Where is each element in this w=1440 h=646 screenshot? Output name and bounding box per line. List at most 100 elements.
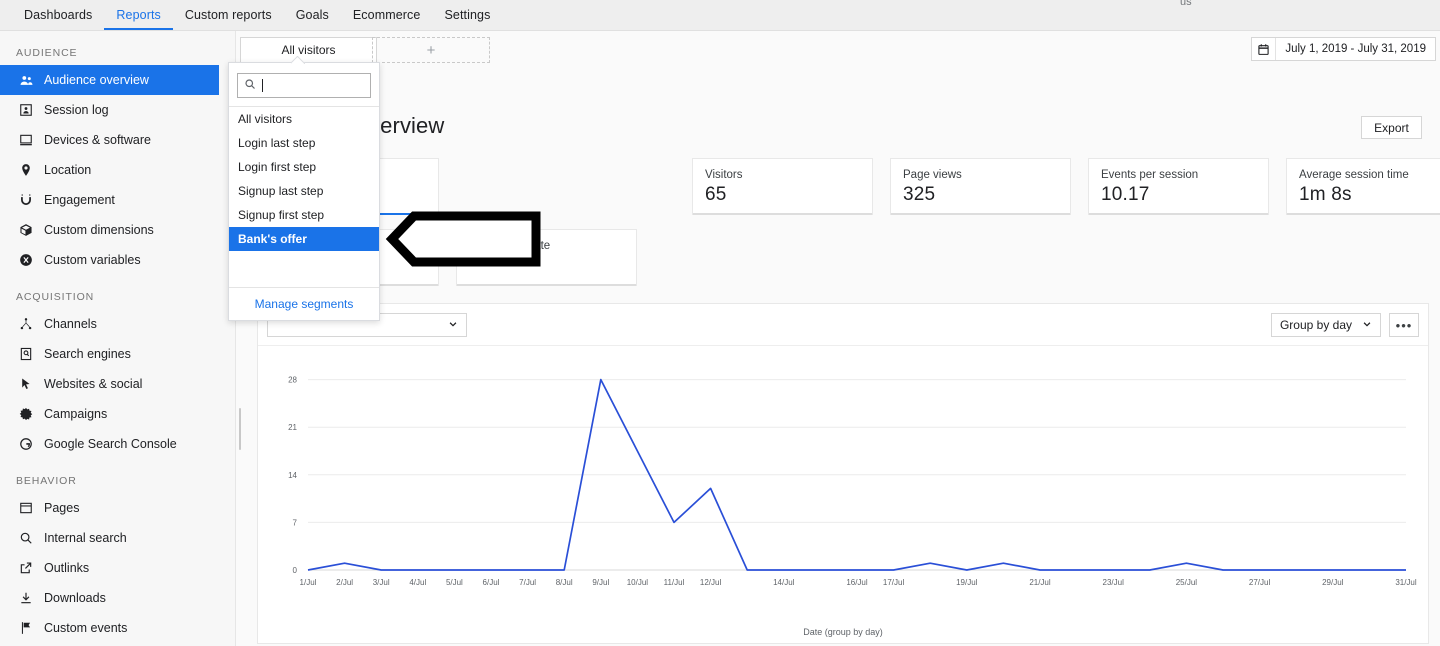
metric-card-label: Events per session — [1101, 169, 1199, 181]
chart-more-options-button[interactable]: ••• — [1389, 313, 1419, 337]
sidebar-item-label: Audience overview — [44, 73, 149, 87]
sidebar-item-channels[interactable]: Channels — [0, 309, 219, 339]
sidebar-item-custom-dimensions[interactable]: Custom dimensions — [0, 215, 219, 245]
sidebar-item-search-engines[interactable]: Search engines — [0, 339, 219, 369]
svg-text:10/Jul: 10/Jul — [627, 578, 649, 587]
burst-icon — [18, 406, 34, 422]
sidebar-item-label: Channels — [44, 317, 97, 331]
metric-card-label: Visitors — [705, 169, 743, 181]
sidebar-item-engagement[interactable]: Engagement — [0, 185, 219, 215]
svg-text:21/Jul: 21/Jul — [1029, 578, 1051, 587]
dropdown-item-login-last-step[interactable]: Login last step — [229, 131, 379, 155]
sidebar-item-label: Outlinks — [44, 561, 90, 575]
svg-text:5/Jul: 5/Jul — [446, 578, 463, 587]
sidebar-item-pages[interactable]: Pages — [0, 493, 219, 523]
svg-text:4/Jul: 4/Jul — [409, 578, 426, 587]
sidebar-item-audience-overview[interactable]: Audience overview — [0, 65, 219, 95]
dropdown-item-signup-last-step[interactable]: Signup last step — [229, 179, 379, 203]
sidebar-item-google-search-console[interactable]: Google Search Console — [0, 429, 219, 459]
sidebar-scrollbar[interactable] — [239, 408, 241, 450]
search-doc-icon — [18, 346, 34, 362]
svg-text:31/Jul: 31/Jul — [1395, 578, 1417, 587]
metric-card-row-1: Visitors 65 Page views 325 Events per se… — [236, 158, 1440, 217]
topnav-item-custom-reports[interactable]: Custom reports — [173, 8, 284, 30]
sidebar-item-label: Custom dimensions — [44, 223, 154, 237]
svg-text:7/Jul: 7/Jul — [519, 578, 536, 587]
variable-circle-icon — [18, 252, 34, 268]
metric-cards: Visitors 65 Page views 325 Events per se… — [236, 158, 1440, 300]
sidebar-item-internal-search[interactable]: Internal search — [0, 523, 219, 553]
sidebar-item-campaigns[interactable]: Campaigns — [0, 399, 219, 429]
export-button[interactable]: Export — [1361, 116, 1422, 139]
magnet-icon — [18, 192, 34, 208]
metric-card-value: 65 — [705, 184, 727, 205]
metric-card-label: Page views — [903, 169, 962, 181]
metric-card-underline — [1287, 213, 1440, 215]
pin-icon — [18, 162, 34, 178]
svg-text:14/Jul: 14/Jul — [773, 578, 795, 587]
external-link-icon — [18, 560, 34, 576]
svg-text:9/Jul: 9/Jul — [592, 578, 609, 587]
sidebar-item-label: Custom variables — [44, 253, 141, 267]
svg-text:23/Jul: 23/Jul — [1103, 578, 1125, 587]
sidebar-item-label: Custom events — [44, 621, 128, 635]
segment-tab-all-visitors[interactable]: All visitors — [240, 37, 377, 63]
sidebar-item-location[interactable]: Location — [0, 155, 219, 185]
topnav-item-ecommerce[interactable]: Ecommerce — [341, 8, 433, 30]
chart-panel: Group by day ••• 0 7 14 21 28 1/Jul 2/Jul 3/Jul… — [257, 303, 1429, 644]
svg-text:14: 14 — [288, 471, 297, 480]
metric-card-underline — [1089, 213, 1268, 215]
dropdown-item-banks-offer[interactable]: Bank's offer — [229, 227, 379, 251]
metric-card-conversion-rate[interactable]: Conversion rate — [456, 229, 637, 286]
sidebar-group-behavior-title: BEHAVIOR — [16, 475, 77, 487]
date-range-picker[interactable]: July 1, 2019 - July 31, 2019 — [1251, 37, 1436, 61]
dropdown-item-all-visitors[interactable]: All visitors — [229, 107, 379, 131]
sidebar-item-label: Downloads — [44, 591, 106, 605]
calendar-icon — [1252, 38, 1277, 60]
metric-card-value: 10.17 — [1101, 184, 1150, 205]
metric-card-page-views[interactable]: Page views 325 — [890, 158, 1071, 215]
topnav-item-dashboards[interactable]: Dashboards — [12, 8, 104, 30]
group-by-dropdown[interactable]: Group by day — [1270, 313, 1381, 337]
metric-card-average-session-time[interactable]: Average session time 1m 8s — [1286, 158, 1440, 215]
sidebar-item-label: Search engines — [44, 347, 131, 361]
svg-text:17/Jul: 17/Jul — [883, 578, 905, 587]
svg-text:29/Jul: 29/Jul — [1322, 578, 1344, 587]
dropdown-item-signup-first-step[interactable]: Signup first step — [229, 203, 379, 227]
device-icon — [18, 132, 34, 148]
sidebar-item-outlinks[interactable]: Outlinks — [0, 553, 219, 583]
sidebar-item-session-log[interactable]: Session log — [0, 95, 219, 125]
topnav-item-settings[interactable]: Settings — [432, 8, 502, 30]
svg-text:8/Jul: 8/Jul — [556, 578, 573, 587]
sidebar-item-label: Websites & social — [44, 377, 143, 391]
metric-card-events-per-session[interactable]: Events per session 10.17 — [1088, 158, 1269, 215]
chevron-down-icon — [1362, 318, 1372, 332]
dropdown-item-login-first-step[interactable]: Login first step — [229, 155, 379, 179]
metric-card-visitors[interactable]: Visitors 65 — [692, 158, 873, 215]
manage-segments-link[interactable]: Manage segments — [229, 287, 379, 320]
app-root: Dashboards Reports Custom reports Goals … — [0, 0, 1440, 646]
sidebar-item-label: Pages — [44, 501, 80, 515]
metric-card-label: Conversion rate — [469, 240, 551, 252]
sidebar-item-label: Internal search — [44, 531, 127, 545]
main-content: All visitors + July 1, 2019 - July 31, 2… — [236, 31, 1440, 646]
svg-text:7: 7 — [293, 518, 298, 527]
svg-text:28: 28 — [288, 376, 297, 385]
search-icon — [244, 77, 256, 95]
google-icon — [18, 436, 34, 452]
text-caret — [262, 79, 263, 92]
segment-search-input[interactable] — [237, 73, 371, 98]
sidebar-item-devices-software[interactable]: Devices & software — [0, 125, 219, 155]
sidebar-item-websites-social[interactable]: Websites & social — [0, 369, 219, 399]
svg-text:21: 21 — [288, 423, 297, 432]
top-navigation: Dashboards Reports Custom reports Goals … — [0, 0, 1440, 31]
sidebar-item-downloads[interactable]: Downloads — [0, 583, 219, 613]
topnav-item-goals[interactable]: Goals — [284, 8, 341, 30]
sidebar-item-custom-events[interactable]: Custom events — [0, 613, 219, 643]
topnav-item-reports[interactable]: Reports — [104, 8, 173, 30]
svg-text:19/Jul: 19/Jul — [956, 578, 978, 587]
add-segment-button[interactable]: + — [372, 37, 490, 63]
sidebar-item-custom-variables[interactable]: Custom variables — [0, 245, 219, 275]
chevron-down-icon — [448, 318, 458, 332]
person-card-icon — [18, 102, 34, 118]
